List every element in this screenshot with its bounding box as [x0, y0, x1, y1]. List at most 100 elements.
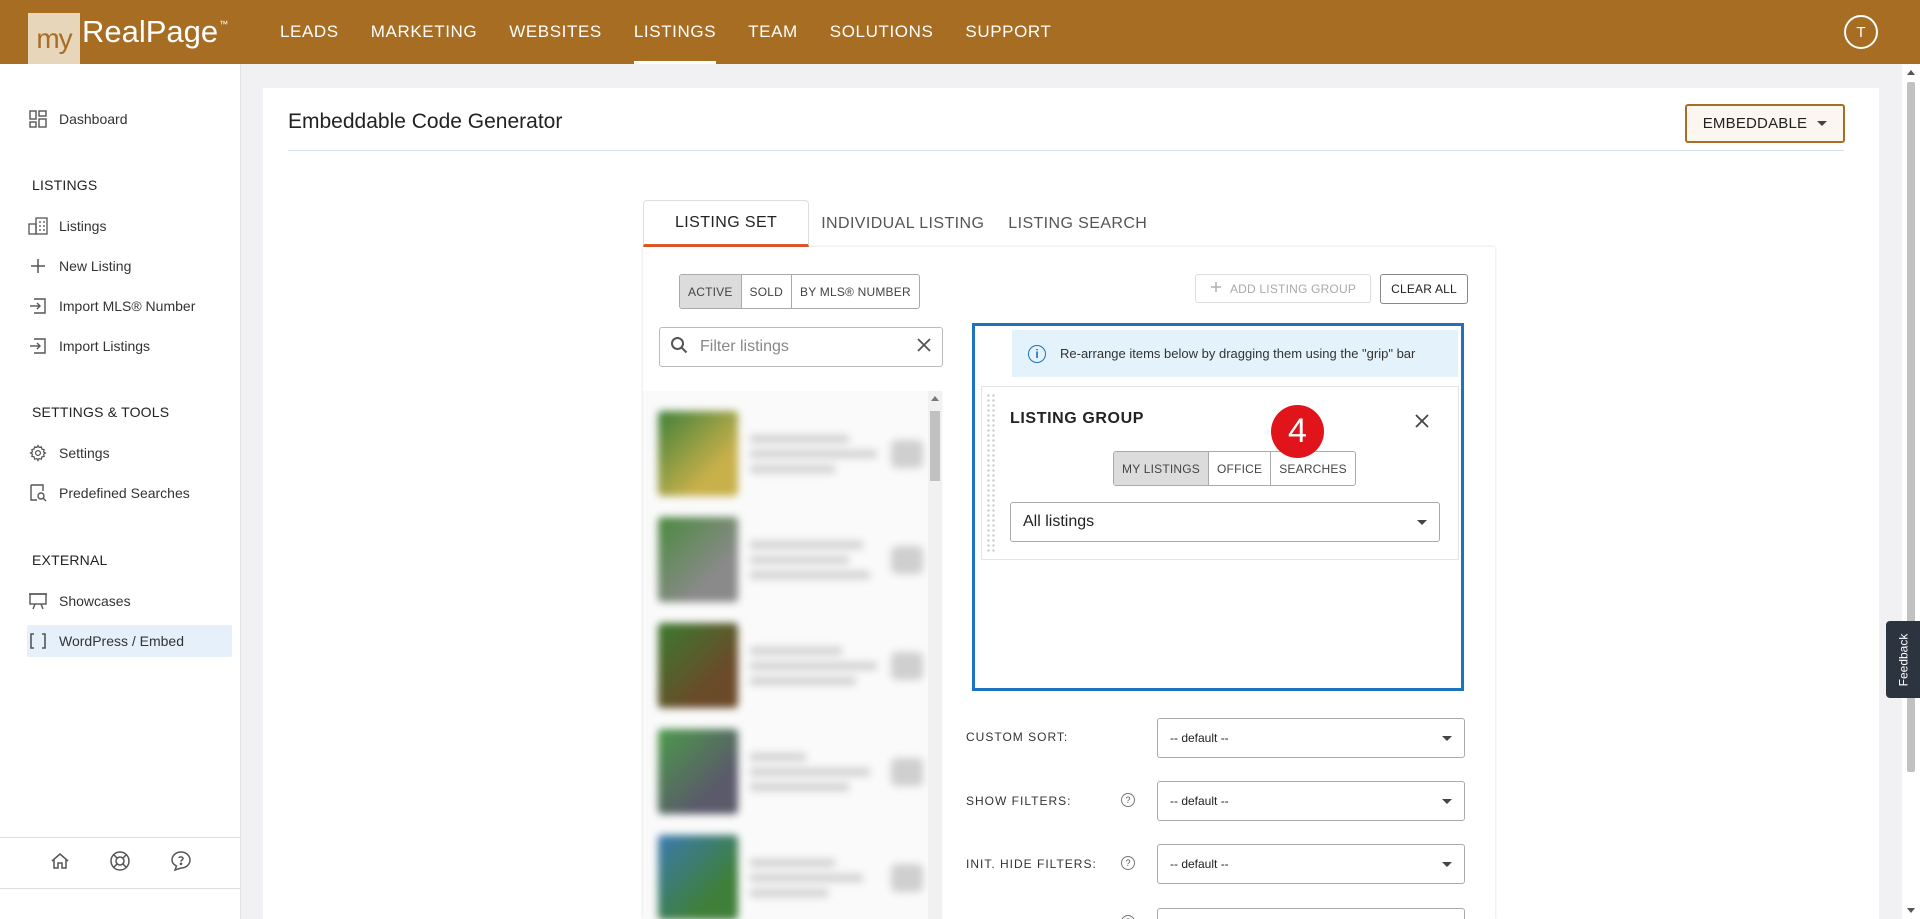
- tab-listing-set[interactable]: LISTING SET: [643, 200, 810, 247]
- listing-group-select[interactable]: All listings: [1010, 502, 1440, 542]
- gear-icon: [27, 442, 49, 464]
- logo-my: my: [28, 13, 80, 64]
- show-filters-select[interactable]: -- default --: [1157, 781, 1465, 821]
- sidebar-item-label: New Listing: [59, 258, 132, 274]
- sidebar-footer: [0, 837, 241, 919]
- nav-team[interactable]: TEAM: [732, 0, 814, 64]
- drag-info-banner: i Re-arrange items below by dragging the…: [1012, 330, 1458, 377]
- page-scrollbar[interactable]: [1902, 64, 1920, 919]
- listing-group-title: LISTING GROUP: [1010, 410, 1145, 427]
- show-filters-value: -- default --: [1170, 794, 1229, 808]
- home-icon[interactable]: [50, 851, 70, 876]
- sidebar-item-dashboard[interactable]: Dashboard: [27, 103, 232, 135]
- import-icon: [27, 295, 49, 317]
- add-listing-group-button[interactable]: ADD LISTING GROUP: [1195, 274, 1371, 303]
- sidebar-item-import-mls[interactable]: Import MLS® Number: [27, 290, 232, 322]
- caret-down-icon: [1817, 121, 1828, 126]
- status-filter: ACTIVE SOLD BY MLS® NUMBER: [679, 274, 920, 309]
- plus-icon: [27, 255, 49, 277]
- main-nav: LEADS MARKETING WEBSITES LISTINGS TEAM S…: [264, 0, 1067, 64]
- tab-individual-listing[interactable]: INDIVIDUAL LISTING: [809, 200, 996, 247]
- sidebar-item-showcases[interactable]: Showcases: [27, 585, 232, 617]
- embeddable-dropdown-button[interactable]: EMBEDDABLE: [1685, 104, 1845, 143]
- list-item[interactable]: [643, 719, 933, 824]
- top-navigation-bar: my RealPage ™ LEADS MARKETING WEBSITES L…: [0, 0, 1920, 64]
- info-icon: i: [1028, 344, 1046, 363]
- sidebar-footer-divider: [0, 888, 241, 889]
- sidebar-item-new-listing[interactable]: New Listing: [27, 250, 232, 282]
- myrealpage-logo[interactable]: my RealPage ™: [28, 13, 229, 64]
- filter-listings-input[interactable]: [700, 338, 916, 356]
- lifebuoy-icon[interactable]: [109, 850, 131, 877]
- sidebar-item-wordpress-embed[interactable]: WordPress / Embed: [27, 625, 232, 657]
- nav-marketing[interactable]: MARKETING: [355, 0, 493, 64]
- nav-support[interactable]: SUPPORT: [949, 0, 1067, 64]
- status-option-active[interactable]: ACTIVE: [680, 275, 742, 308]
- help-icon[interactable]: ?: [1121, 856, 1135, 870]
- init-hide-filters-value: -- default --: [1170, 857, 1229, 871]
- list-item[interactable]: [643, 825, 933, 919]
- feedback-tab[interactable]: Feedback: [1886, 621, 1920, 698]
- nav-solutions[interactable]: SOLUTIONS: [814, 0, 950, 64]
- sidebar-heading-settings: SETTINGS & TOOLS: [32, 404, 170, 420]
- clear-all-button[interactable]: CLEAR ALL: [1380, 274, 1468, 304]
- sidebar-item-label: Predefined Searches: [59, 485, 190, 501]
- filter-listings-field: [659, 327, 943, 367]
- listing-group-select-value: All listings: [1023, 513, 1095, 530]
- scroll-up-arrow-icon[interactable]: [931, 396, 939, 401]
- close-icon[interactable]: [1414, 413, 1430, 429]
- sidebar-item-label: Import MLS® Number: [59, 298, 196, 314]
- init-hide-filters-select[interactable]: -- default --: [1157, 844, 1465, 884]
- tab-listing-search[interactable]: LISTING SEARCH: [996, 200, 1159, 247]
- embeddable-label: EMBEDDABLE: [1702, 115, 1808, 132]
- dashboard-icon: [27, 108, 49, 130]
- info-text: Re-arrange items below by dragging them …: [1060, 346, 1416, 361]
- clear-filter-icon[interactable]: [916, 337, 932, 358]
- add-listing-group-label: ADD LISTING GROUP: [1229, 281, 1357, 296]
- list-item[interactable]: [643, 401, 933, 506]
- easel-icon: [27, 590, 49, 612]
- scroll-down-arrow-icon[interactable]: [1907, 908, 1915, 913]
- grip-handle[interactable]: [986, 393, 996, 553]
- search-doc-icon: [27, 482, 49, 504]
- status-option-by-mls[interactable]: BY MLS® NUMBER: [792, 275, 919, 308]
- scrollbar-thumb[interactable]: [930, 411, 940, 481]
- source-option-office[interactable]: OFFICE: [1209, 452, 1272, 485]
- buildings-icon: [27, 215, 49, 237]
- nav-listings[interactable]: LISTINGS: [618, 0, 732, 64]
- list-item[interactable]: [643, 613, 933, 718]
- source-option-searches[interactable]: SEARCHES: [1271, 452, 1355, 485]
- next-option-select[interactable]: [1157, 908, 1465, 919]
- plus-icon: [1210, 281, 1222, 296]
- sidebar: Dashboard LISTINGS Listings New Listing …: [0, 64, 241, 919]
- sidebar-item-predefined-searches[interactable]: Predefined Searches: [27, 477, 232, 509]
- sidebar-item-settings[interactable]: Settings: [27, 437, 232, 469]
- listings-scrollbar[interactable]: [928, 391, 942, 919]
- source-option-my-listings[interactable]: MY LISTINGS: [1114, 452, 1209, 485]
- list-item[interactable]: [643, 507, 933, 612]
- sidebar-heading-external: EXTERNAL: [32, 552, 108, 568]
- listings-list[interactable]: [643, 391, 943, 919]
- nav-leads[interactable]: LEADS: [264, 0, 355, 64]
- logo-name: RealPage: [82, 14, 219, 49]
- show-filters-label: SHOW FILTERS:: [966, 794, 1072, 808]
- user-avatar[interactable]: T: [1844, 15, 1878, 49]
- caret-down-icon: [1417, 519, 1427, 525]
- step-badge: 4: [1271, 405, 1324, 458]
- help-icon[interactable]: ?: [1121, 793, 1135, 807]
- page-title: Embeddable Code Generator: [288, 110, 563, 133]
- logo-trademark: ™: [219, 19, 229, 29]
- custom-sort-value: -- default --: [1170, 731, 1229, 745]
- sidebar-item-listings[interactable]: Listings: [27, 210, 232, 242]
- nav-websites[interactable]: WEBSITES: [493, 0, 618, 64]
- scroll-up-arrow-icon[interactable]: [1907, 70, 1915, 75]
- caret-down-icon: [1442, 798, 1452, 804]
- sidebar-item-import-listings[interactable]: Import Listings: [27, 330, 232, 362]
- group-source-toggle: MY LISTINGS OFFICE SEARCHES: [1113, 451, 1356, 486]
- chat-help-icon[interactable]: [170, 850, 192, 877]
- custom-sort-select[interactable]: -- default --: [1157, 718, 1465, 758]
- status-option-sold[interactable]: SOLD: [742, 275, 793, 308]
- init-hide-filters-label: INIT. HIDE FILTERS:: [966, 857, 1097, 871]
- import-icon: [27, 335, 49, 357]
- sidebar-item-label: Settings: [59, 445, 110, 461]
